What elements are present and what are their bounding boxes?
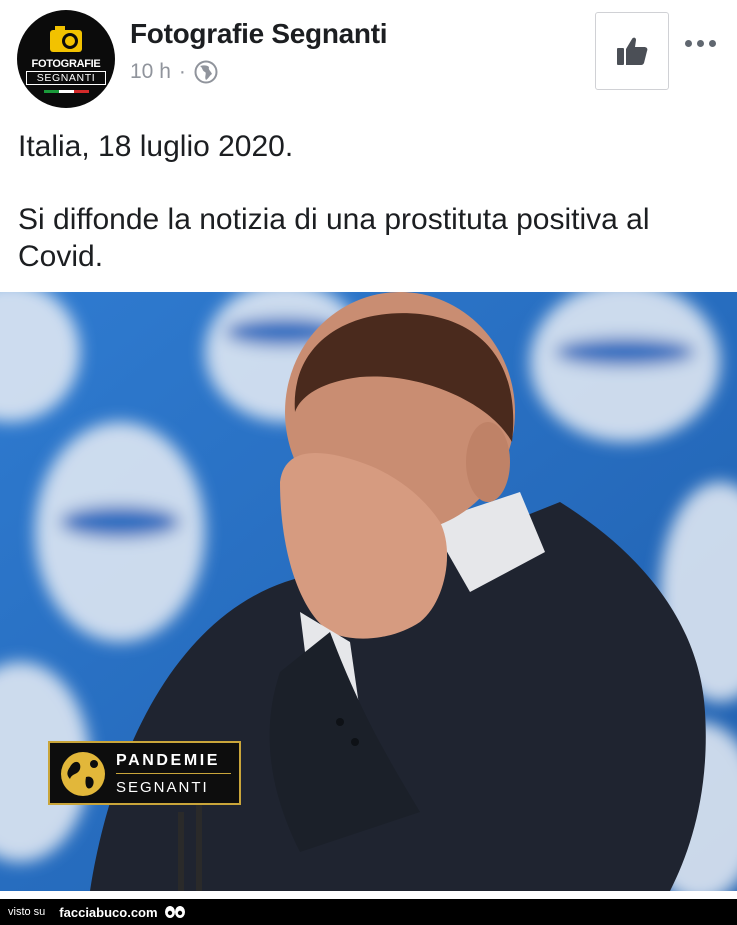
footer-seen-on: visto su <box>8 906 46 918</box>
globe-icon <box>194 60 218 84</box>
watermark-line1: PANDEMIE <box>116 752 221 769</box>
post-text: Italia, 18 luglio 2020. Si diffonde la n… <box>18 128 723 275</box>
avatar-logo-line1: FOTOGRAFIE <box>31 58 101 70</box>
thumbs-up-icon <box>617 37 648 65</box>
watermark-line2: SEGNANTI <box>116 779 209 796</box>
watermark-divider <box>116 773 231 774</box>
post-header: FOTOGRAFIE SEGNANTI Fotografie Segnanti … <box>0 0 737 110</box>
more-options-button[interactable] <box>680 30 720 56</box>
footer-site-link[interactable]: facciabuco.com <box>59 905 157 920</box>
virus-globe-icon <box>61 752 105 796</box>
post-meta: 10 h · <box>130 58 218 86</box>
more-dot <box>684 39 692 47</box>
avatar-logo-line2: SEGNANTI <box>26 71 106 85</box>
post-timestamp[interactable]: 10 h <box>130 60 171 84</box>
post-text-line2: Si diffonde la notizia di una prostituta… <box>18 203 650 273</box>
more-dot <box>708 39 716 47</box>
post-text-line1: Italia, 18 luglio 2020. <box>18 130 294 163</box>
page-avatar[interactable]: FOTOGRAFIE SEGNANTI <box>17 10 115 108</box>
meta-separator: · <box>178 60 186 83</box>
page-name-link[interactable]: Fotografie Segnanti <box>130 18 388 50</box>
footer-bar: visto su facciabuco.com <box>0 899 737 925</box>
eyes-icon <box>164 906 185 918</box>
pandemie-segnanti-watermark: PANDEMIE SEGNANTI <box>48 741 241 805</box>
more-dot <box>696 39 704 47</box>
like-page-button[interactable] <box>595 12 669 90</box>
